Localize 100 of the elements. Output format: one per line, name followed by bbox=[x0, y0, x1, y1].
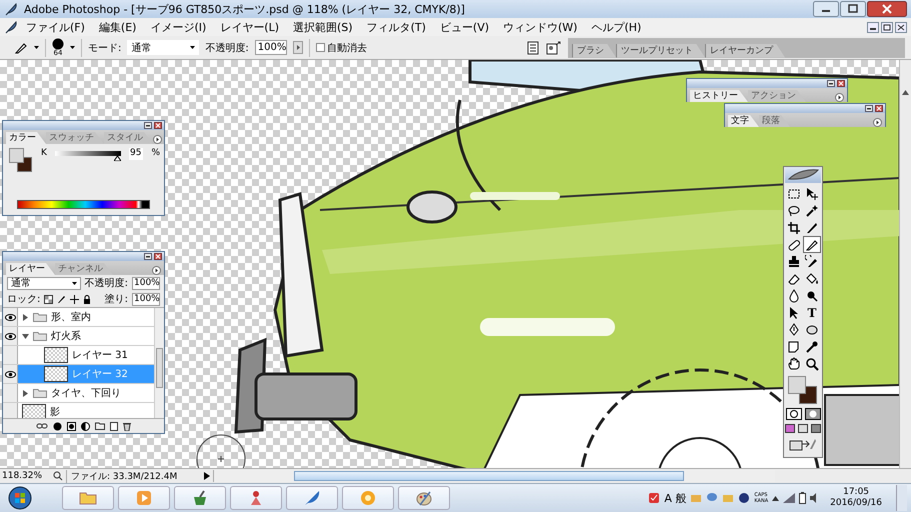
palette-tab[interactable]: レイヤーカンプ bbox=[705, 44, 785, 58]
minimize-icon[interactable] bbox=[144, 122, 152, 129]
color-swatches-drawing[interactable] bbox=[788, 376, 818, 404]
close-icon[interactable] bbox=[837, 80, 845, 87]
panel-menu-icon[interactable] bbox=[152, 266, 161, 275]
taskbar-button[interactable] bbox=[286, 486, 338, 510]
maximize-icon[interactable] bbox=[840, 1, 866, 17]
palette-tab[interactable]: ツールプリセット bbox=[616, 44, 705, 58]
color-swatches-drawing[interactable] bbox=[9, 148, 33, 172]
panel-tab[interactable]: スウォッチ bbox=[46, 132, 104, 144]
tool-button[interactable] bbox=[785, 219, 803, 236]
opacity-field[interactable]: 100% bbox=[132, 276, 160, 290]
taskbar-button[interactable] bbox=[398, 486, 450, 510]
checkered-square-icon[interactable] bbox=[44, 294, 54, 304]
panel-tab[interactable]: スタイル bbox=[104, 132, 153, 144]
menu-item[interactable]: 選択範囲(S) bbox=[287, 18, 359, 36]
image-export-icon[interactable] bbox=[546, 40, 562, 54]
move-arrows-icon[interactable] bbox=[70, 294, 80, 304]
lock-icon[interactable] bbox=[83, 294, 92, 304]
minimize-icon[interactable] bbox=[813, 1, 839, 17]
panel-tab[interactable]: アクション bbox=[748, 90, 806, 102]
layer-row[interactable]: 影 bbox=[3, 403, 154, 418]
close-icon[interactable] bbox=[895, 22, 907, 32]
close-icon[interactable] bbox=[875, 105, 883, 112]
layer-row[interactable]: タイヤ、下回り bbox=[3, 384, 154, 403]
visibility-toggle[interactable] bbox=[3, 346, 18, 364]
quick-mask-icon[interactable] bbox=[804, 408, 820, 420]
minimize-icon[interactable] bbox=[144, 253, 152, 260]
panel-tab[interactable]: チャンネル bbox=[55, 263, 113, 275]
scroll-up-icon[interactable] bbox=[902, 90, 909, 95]
restore-icon[interactable] bbox=[881, 22, 893, 32]
pencil-icon[interactable] bbox=[14, 40, 28, 54]
link-icon[interactable] bbox=[36, 422, 48, 430]
zoom-icon[interactable] bbox=[53, 471, 63, 481]
menu-item[interactable]: ウィンドウ(W) bbox=[497, 18, 584, 36]
visibility-toggle[interactable] bbox=[3, 327, 18, 345]
panel-tab[interactable]: 段落 bbox=[759, 115, 790, 127]
menu-item[interactable]: イメージ(I) bbox=[144, 18, 212, 36]
layer-row[interactable]: 形、室内 bbox=[3, 308, 154, 327]
panel-tab[interactable]: レイヤー bbox=[6, 263, 55, 275]
minimize-icon[interactable] bbox=[827, 80, 835, 87]
collapsed-triangle-icon[interactable] bbox=[22, 390, 29, 396]
blend-mode-dropdown[interactable]: 通常 bbox=[7, 276, 81, 290]
status-menu-arrow-icon[interactable] bbox=[204, 472, 210, 480]
new-layer-icon[interactable] bbox=[110, 422, 118, 430]
slider-thumb[interactable] bbox=[114, 156, 122, 161]
panel-menu-icon[interactable] bbox=[873, 118, 882, 127]
caret-icon[interactable] bbox=[34, 46, 39, 49]
menu-item[interactable]: ファイル(F) bbox=[20, 18, 91, 36]
opacity-field[interactable]: 100% bbox=[254, 40, 287, 55]
clock[interactable]: 17:05 2016/09/16 bbox=[824, 487, 892, 509]
document-icon[interactable] bbox=[526, 40, 540, 54]
visibility-toggle[interactable] bbox=[3, 384, 18, 402]
minimize-icon[interactable] bbox=[867, 22, 879, 32]
close-icon[interactable] bbox=[154, 122, 162, 129]
speech-icon[interactable] bbox=[706, 492, 718, 504]
minimize-icon[interactable] bbox=[865, 105, 873, 112]
panel-menu-icon[interactable] bbox=[835, 93, 844, 102]
scrollbar-thumb[interactable] bbox=[294, 471, 684, 481]
close-icon[interactable] bbox=[867, 1, 907, 17]
shield-icon[interactable] bbox=[648, 492, 660, 504]
layer-style-icon[interactable] bbox=[53, 422, 62, 430]
scrollbar-thumb[interactable] bbox=[156, 348, 163, 388]
feather-icon[interactable] bbox=[4, 20, 18, 34]
menu-item[interactable]: ビュー(V) bbox=[434, 18, 496, 36]
menu-item[interactable]: ヘルプ(H) bbox=[585, 18, 648, 36]
panel-tab[interactable]: ヒストリー bbox=[690, 90, 748, 102]
brush-icon[interactable] bbox=[57, 294, 66, 304]
palette-tab[interactable]: ブラシ bbox=[572, 44, 616, 58]
fill-field[interactable]: 100% bbox=[132, 292, 160, 306]
adjustment-icon[interactable] bbox=[81, 422, 90, 430]
jump-to-app-icon[interactable] bbox=[789, 437, 817, 451]
panel-tab[interactable]: カラー bbox=[6, 132, 46, 144]
panel-menu-icon[interactable] bbox=[153, 135, 162, 144]
checkbox[interactable] bbox=[316, 43, 325, 52]
trash-icon[interactable] bbox=[123, 422, 131, 430]
menu-item[interactable]: 編集(E) bbox=[92, 18, 142, 36]
standard-mode-icon[interactable] bbox=[786, 408, 802, 420]
tool-button[interactable] bbox=[803, 236, 821, 253]
mode-dropdown[interactable]: 通常 bbox=[127, 40, 200, 55]
close-icon[interactable] bbox=[154, 253, 162, 260]
collapsed-triangle-icon[interactable] bbox=[22, 314, 29, 320]
start-button[interactable] bbox=[8, 486, 32, 510]
value-field[interactable]: 95 bbox=[129, 148, 144, 160]
color-spectrum-bar[interactable] bbox=[17, 200, 150, 209]
help-icon[interactable] bbox=[738, 492, 750, 504]
signal-icon[interactable] bbox=[783, 493, 796, 503]
caret-icon[interactable] bbox=[70, 46, 75, 49]
ime-mode[interactable]: A 般 bbox=[664, 490, 686, 506]
tool-button[interactable]: T bbox=[803, 304, 821, 321]
caret-icon[interactable] bbox=[772, 496, 780, 500]
mask-icon[interactable] bbox=[67, 422, 76, 430]
menu-item[interactable]: レイヤー(L) bbox=[214, 18, 286, 36]
visibility-toggle[interactable] bbox=[3, 365, 18, 383]
taskbar-button[interactable] bbox=[230, 486, 282, 510]
expanded-triangle-icon[interactable] bbox=[22, 332, 29, 340]
panel-tab[interactable]: 文字 bbox=[728, 115, 759, 127]
visibility-toggle[interactable] bbox=[3, 308, 18, 326]
layer-row[interactable]: 灯火系 bbox=[3, 327, 154, 346]
visibility-toggle[interactable] bbox=[3, 403, 18, 418]
